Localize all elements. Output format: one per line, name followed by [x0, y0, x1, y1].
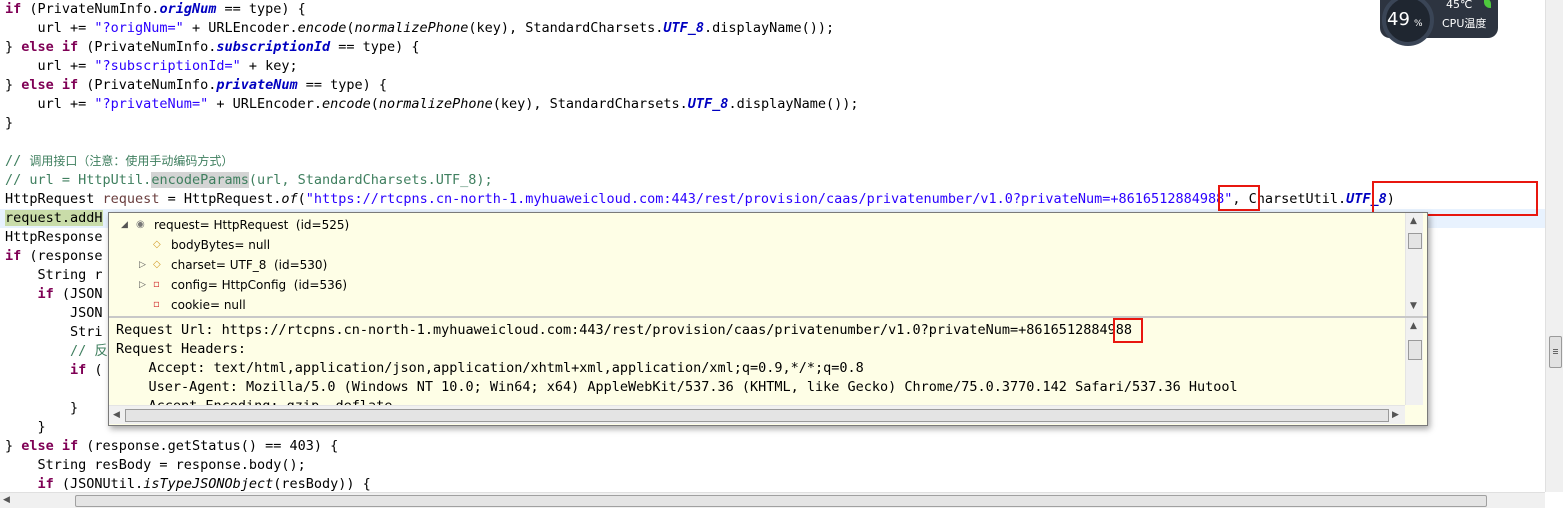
scroll-left-icon[interactable]: ◀ [3, 494, 10, 506]
editor-horizontal-scroll-thumb[interactable] [75, 495, 1487, 507]
detail-line: Request Headers: [116, 341, 247, 357]
scroll-left-icon[interactable]: ◀ [113, 409, 120, 421]
cpu-percent: 49 [1387, 9, 1410, 30]
code-line-23: } [5, 419, 46, 435]
scroll-up-icon[interactable]: ▲ [1410, 215, 1417, 227]
code-commented-url-line: // url = HttpUtil.encodeParams(url, Stan… [5, 172, 493, 188]
detail-line: Request Url: https://rtcpns.cn-north-1.m… [116, 322, 1132, 338]
detail-line: Accept: text/html,application/json,appli… [116, 360, 864, 376]
code-line-13: HttpResponse [5, 229, 103, 245]
code-line-5: } else if (PrivateNumInfo.privateNum == … [5, 77, 388, 93]
code-line-24: } else if (response.getStatus() == 403) … [5, 438, 339, 454]
code-http-request-line: HttpRequest request = HttpRequest.of("ht… [5, 191, 1395, 207]
cpu-temperature-label: CPU温度 [1442, 17, 1487, 30]
detail-line: Accept-Encoding: gzip, deflate [116, 397, 393, 405]
code-line-26: if (JSONUtil.isTypeJSONObject(resBody)) … [5, 476, 371, 492]
detail-horizontal-scroll-thumb[interactable] [125, 409, 1389, 422]
code-line-17: JSON [5, 305, 103, 321]
grip-line-icon [1553, 349, 1558, 350]
value-detail-pane[interactable]: Request Url: https://rtcpns.cn-north-1.m… [109, 318, 1405, 405]
code-comment-line: // 调用接口（注意：使用手动编码方式） [5, 153, 234, 169]
code-line-20: if ( [5, 362, 103, 378]
code-line-18: Stri [5, 324, 103, 340]
variable-tree[interactable]: ◢ ◉ request= HttpRequest (id=525) ◇ body… [109, 213, 1405, 316]
code-line-25: String resBody = response.body(); [5, 457, 306, 473]
tree-row-bodybytes[interactable]: ◇ bodyBytes= null [109, 235, 270, 255]
editor-vertical-scroll-thumb[interactable] [1549, 336, 1562, 368]
annotation-box-charset [1372, 181, 1538, 216]
field-icon: ◇ [153, 259, 161, 270]
expand-icon[interactable]: ▷ [139, 255, 146, 275]
private-field-icon: ▫ [153, 299, 160, 310]
scroll-up-icon[interactable]: ▲ [1410, 320, 1417, 332]
tree-scroll-thumb[interactable] [1408, 233, 1422, 249]
tree-row-request[interactable]: ◢ ◉ request= HttpRequest (id=525) [109, 215, 349, 235]
code-line-12: request.addH [5, 210, 103, 226]
code-line-22: } [5, 400, 79, 416]
code-line-2: url += "?origNum=" + URLEncoder.encode(n… [5, 20, 835, 36]
detail-line: User-Agent: Mozilla/5.0 (Windows NT 10.0… [116, 379, 1238, 395]
debug-hover-popup[interactable]: ◢ ◉ request= HttpRequest (id=525) ◇ body… [108, 212, 1428, 426]
collapse-icon[interactable]: ◢ [121, 215, 128, 235]
code-line-1: if (PrivateNumInfo.origNum == type) { [5, 1, 306, 17]
code-line-3: } else if (PrivateNumInfo.subscriptionId… [5, 39, 420, 55]
code-line-19: // 反 [5, 343, 108, 359]
code-line-14: if (response [5, 248, 103, 264]
scroll-down-icon[interactable]: ▼ [1410, 300, 1417, 312]
annotation-box-plus86 [1218, 185, 1260, 211]
cpu-temperature: 45℃ [1446, 0, 1473, 11]
object-icon: ◉ [136, 219, 145, 230]
leaf-icon [1484, 0, 1491, 8]
tree-vertical-scrollbar[interactable]: ▲ ▼ [1405, 213, 1423, 316]
code-line-4: url += "?subscriptionId=" + key; [5, 58, 298, 74]
tree-row-config[interactable]: ▷ ▫ config= HttpConfig (id=536) [109, 275, 347, 295]
cpu-percent-sign: % [1414, 19, 1423, 29]
editor-vertical-scrollbar[interactable] [1545, 0, 1563, 492]
tree-row-cookie[interactable]: ▫ cookie= null [109, 295, 246, 315]
code-line-7: } [5, 115, 14, 131]
cpu-monitor-widget[interactable]: 49 % 45℃ CPU温度 [1380, 0, 1498, 46]
code-line-6: url += "?privateNum=" + URLEncoder.encod… [5, 96, 859, 112]
editor-horizontal-scrollbar[interactable]: ◀ [0, 492, 1545, 508]
code-line-15: String r [5, 267, 103, 283]
expand-icon[interactable]: ▷ [139, 275, 146, 295]
private-field-icon: ▫ [153, 279, 160, 290]
field-icon: ◇ [153, 239, 161, 250]
detail-vertical-scrollbar[interactable]: ▲ [1405, 318, 1423, 405]
detail-scroll-thumb[interactable] [1408, 340, 1422, 360]
annotation-box-detail-plus86 [1113, 318, 1143, 343]
scroll-right-icon[interactable]: ▶ [1392, 409, 1399, 421]
detail-horizontal-scrollbar[interactable]: ◀ ▶ [109, 405, 1405, 424]
grip-line-icon [1553, 351, 1558, 352]
code-line-16: if (JSON [5, 286, 103, 302]
grip-line-icon [1553, 353, 1558, 354]
tree-row-charset[interactable]: ▷ ◇ charset= UTF_8 (id=530) [109, 255, 327, 275]
